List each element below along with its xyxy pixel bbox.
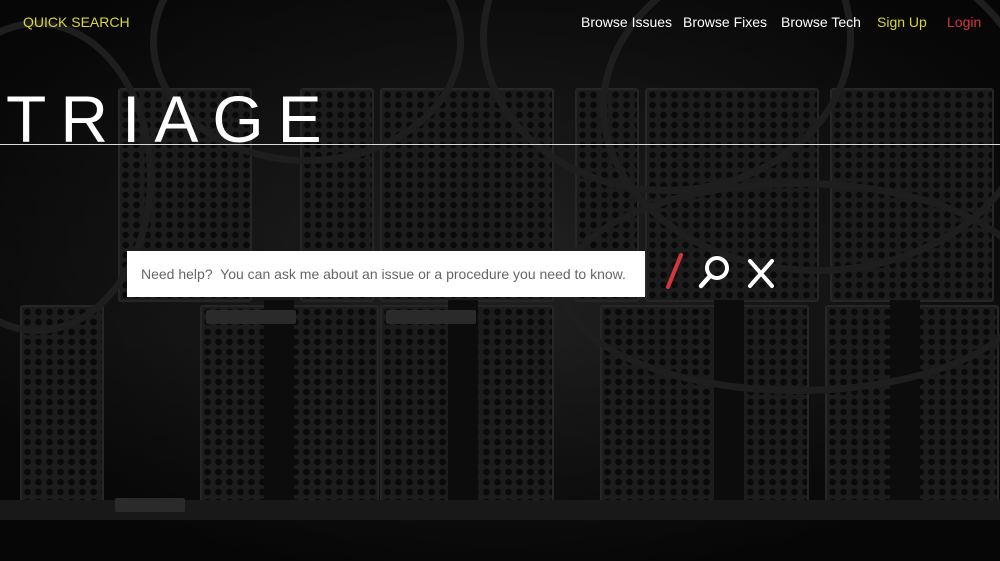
search-box <box>127 251 645 297</box>
close-icon[interactable] <box>745 257 777 289</box>
browse-fixes-link[interactable]: Browse Fixes <box>683 14 767 30</box>
top-navigation: QUICK SEARCH Browse Issues Browse Fixes … <box>0 0 1000 44</box>
browse-tech-link[interactable]: Browse Tech <box>781 14 861 30</box>
search-input[interactable] <box>127 251 645 297</box>
search-icon[interactable] <box>697 254 731 290</box>
sign-up-link[interactable]: Sign Up <box>877 14 927 30</box>
browse-issues-link[interactable]: Browse Issues <box>581 14 672 30</box>
slash-icon <box>666 253 683 289</box>
login-link[interactable]: Login <box>947 14 981 30</box>
header-divider <box>0 144 1000 145</box>
quick-search-link[interactable]: QUICK SEARCH <box>23 14 130 30</box>
